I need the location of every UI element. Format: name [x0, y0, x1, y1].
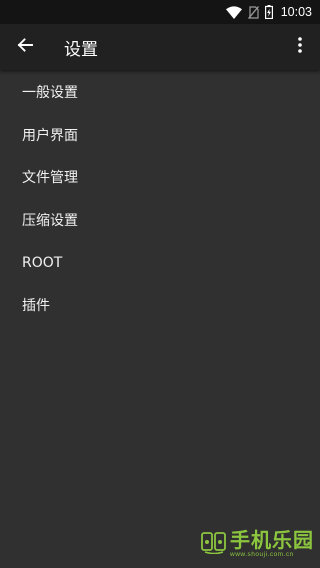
- settings-screen: 10:03 设置 一般设置 用户界面 文件管理 压缩设置 ROOT 插件 手机乐…: [0, 0, 320, 568]
- wifi-icon: [225, 5, 242, 19]
- back-button[interactable]: [0, 24, 50, 70]
- status-bar: 10:03: [0, 0, 320, 24]
- watermark-logo-icon: [201, 530, 227, 558]
- menu-item-general[interactable]: 一般设置: [0, 71, 320, 114]
- menu-item-compression[interactable]: 压缩设置: [0, 199, 320, 242]
- app-bar: 设置: [0, 24, 320, 70]
- arrow-left-icon: [17, 37, 33, 57]
- menu-item-label: 文件管理: [22, 170, 78, 187]
- menu-item-plugins[interactable]: 插件: [0, 284, 320, 327]
- more-vert-icon: [298, 37, 302, 57]
- page-title: 设置: [64, 39, 98, 60]
- no-sim-icon: [247, 5, 259, 19]
- status-time: 10:03: [280, 5, 312, 19]
- menu-item-ui[interactable]: 用户界面: [0, 114, 320, 157]
- settings-menu: 一般设置 用户界面 文件管理 压缩设置 ROOT 插件: [0, 70, 320, 327]
- watermark-text: 手机乐园 www.shouji.com.cn: [230, 529, 314, 558]
- watermark: 手机乐园 www.shouji.com.cn: [201, 529, 314, 558]
- menu-item-label: 用户界面: [22, 127, 78, 144]
- menu-item-label: 插件: [22, 298, 50, 315]
- menu-item-label: 压缩设置: [22, 213, 78, 230]
- overflow-menu-button[interactable]: [280, 24, 320, 70]
- watermark-sub: www.shouji.com.cn: [230, 551, 294, 558]
- menu-item-file-management[interactable]: 文件管理: [0, 156, 320, 199]
- watermark-main: 手机乐园: [230, 528, 314, 552]
- menu-item-label: 一般设置: [22, 85, 78, 102]
- menu-item-label: ROOT: [22, 254, 63, 271]
- battery-charging-icon: [264, 5, 273, 19]
- menu-item-root[interactable]: ROOT: [0, 241, 320, 284]
